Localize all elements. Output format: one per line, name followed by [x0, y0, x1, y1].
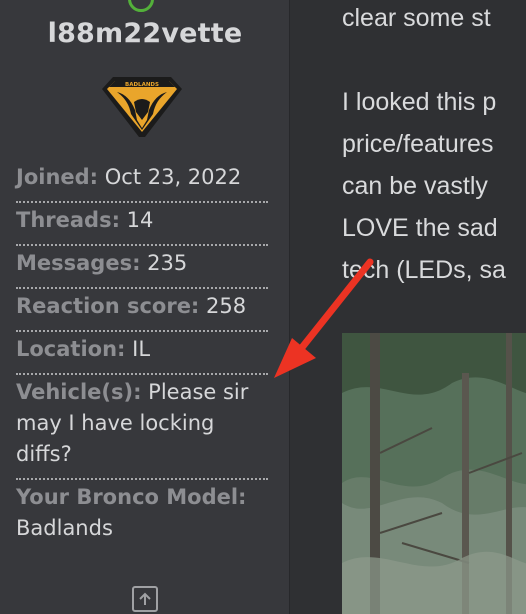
username[interactable]: l88m22vette — [0, 18, 290, 49]
location-row: Location: IL — [16, 332, 268, 375]
bronco-model-label: Your Bronco Model: — [16, 485, 247, 509]
location-label: Location: — [16, 337, 126, 361]
bronco-model-row: Your Bronco Model: Badlands — [16, 480, 268, 552]
post-text-line: tech (LEDs, sa — [342, 256, 506, 284]
threads-value: 14 — [126, 208, 154, 232]
online-status-icon — [128, 0, 154, 12]
location-value: IL — [132, 337, 151, 361]
post-content: clear some st I looked this p price/feat… — [291, 0, 526, 614]
vehicles-row: Vehicle(s): Please sir may I have lockin… — [16, 375, 268, 480]
user-stats: Joined: Oct 23, 2022 Threads: 14 Message… — [16, 160, 268, 552]
joined-label: Joined: — [16, 165, 99, 189]
post-text-line: LOVE the sad — [342, 214, 498, 242]
messages-value: 235 — [147, 251, 188, 275]
post-text-line: I looked this p — [342, 88, 497, 116]
reaction-score-label: Reaction score: — [16, 294, 200, 318]
user-info-panel: l88m22vette BADLANDS Joined: Oct 23, 202… — [0, 0, 290, 614]
reaction-score-value: 258 — [206, 294, 247, 318]
bronco-model-value: Badlands — [16, 516, 113, 540]
post-view: l88m22vette BADLANDS Joined: Oct 23, 202… — [0, 0, 526, 614]
vehicles-label: Vehicle(s): — [16, 380, 142, 404]
joined-value: Oct 23, 2022 — [104, 165, 242, 189]
post-text-line: price/features — [342, 130, 494, 158]
post-text-line: can be vastly — [342, 172, 488, 200]
badlands-badge-logo: BADLANDS — [102, 77, 182, 137]
threads-label: Threads: — [16, 208, 120, 232]
reaction-score-row: Reaction score: 258 — [16, 289, 268, 332]
arrow-up-box-icon[interactable] — [132, 586, 158, 612]
post-photo-pine-trees[interactable] — [342, 333, 526, 614]
messages-label: Messages: — [16, 251, 141, 275]
threads-row[interactable]: Threads: 14 — [16, 203, 268, 246]
svg-text:BADLANDS: BADLANDS — [125, 82, 159, 88]
post-text-line: clear some st — [342, 4, 491, 32]
joined-row: Joined: Oct 23, 2022 — [16, 160, 268, 203]
messages-row[interactable]: Messages: 235 — [16, 246, 268, 289]
